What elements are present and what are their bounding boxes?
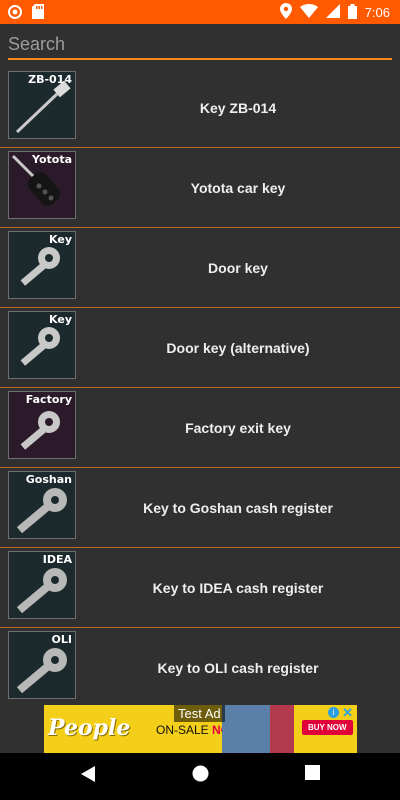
item-label: Key to IDEA cash register bbox=[152, 579, 324, 596]
list-item[interactable]: ZB-014 Key ZB-014 bbox=[0, 68, 400, 148]
ad-magazine-cover bbox=[270, 705, 294, 753]
item-label: Door key bbox=[208, 259, 268, 276]
back-icon[interactable] bbox=[80, 765, 96, 788]
list-item[interactable]: Yotota Yotota car key bbox=[0, 148, 400, 228]
item-thumbnail: Yotota bbox=[8, 151, 76, 219]
item-thumbnail: Key bbox=[8, 311, 76, 379]
ad-close-icon[interactable]: ✕ bbox=[342, 705, 353, 721]
item-tag: IDEA bbox=[42, 553, 72, 566]
list-item[interactable]: Key Door key bbox=[0, 228, 400, 308]
ad-info-icon[interactable]: i bbox=[328, 707, 339, 718]
item-label: Key to Goshan cash register bbox=[143, 499, 333, 516]
ad-banner[interactable]: People ON-SALE NOW! Test Ad BUY NOW i ✕ bbox=[44, 705, 357, 753]
search-underline bbox=[8, 58, 392, 60]
recents-icon[interactable] bbox=[305, 765, 320, 785]
location-icon bbox=[279, 3, 292, 22]
test-ad-label: Test Ad bbox=[174, 705, 225, 722]
search-bar[interactable] bbox=[8, 30, 392, 60]
ad-brand-logo: People bbox=[48, 715, 131, 741]
list-item[interactable]: IDEA Key to IDEA cash register bbox=[0, 548, 400, 628]
status-bar: 7:06 bbox=[0, 0, 400, 24]
item-tag: ZB-014 bbox=[28, 73, 72, 86]
item-label: Yotota car key bbox=[190, 179, 286, 196]
sd-card-icon bbox=[32, 4, 44, 24]
item-label: Door key (alternative) bbox=[166, 339, 310, 356]
item-thumbnail: Goshan bbox=[8, 471, 76, 539]
battery-icon bbox=[347, 3, 357, 22]
list-item[interactable]: Key Door key (alternative) bbox=[0, 308, 400, 388]
item-label: Key ZB-014 bbox=[199, 99, 277, 116]
item-label: Factory exit key bbox=[185, 419, 291, 436]
notification-dot-icon bbox=[8, 4, 22, 24]
item-thumbnail: IDEA bbox=[8, 551, 76, 619]
item-tag: Key bbox=[49, 313, 72, 326]
item-list[interactable]: ZB-014 Key ZB-014 Yotota Yotota car key … bbox=[0, 68, 400, 704]
item-tag: Goshan bbox=[25, 473, 72, 486]
item-thumbnail: Factory bbox=[8, 391, 76, 459]
list-item[interactable]: Goshan Key to Goshan cash register bbox=[0, 468, 400, 548]
status-time: 7:06 bbox=[364, 5, 390, 20]
item-thumbnail: ZB-014 bbox=[8, 71, 76, 139]
search-input[interactable] bbox=[8, 30, 392, 58]
navigation-bar bbox=[0, 753, 400, 800]
list-item[interactable]: OLI Key to OLI cash register bbox=[0, 628, 400, 704]
item-tag: OLI bbox=[51, 633, 72, 646]
item-tag: Key bbox=[49, 233, 72, 246]
item-thumbnail: Key bbox=[8, 231, 76, 299]
item-tag: Factory bbox=[25, 393, 72, 406]
ad-buy-now-button[interactable]: BUY NOW bbox=[302, 720, 353, 735]
home-icon[interactable] bbox=[192, 765, 209, 787]
signal-icon bbox=[325, 4, 340, 21]
ad-photo bbox=[222, 705, 272, 753]
list-item[interactable]: Factory Factory exit key bbox=[0, 388, 400, 468]
item-tag: Yotota bbox=[31, 153, 72, 166]
item-label: Key to OLI cash register bbox=[157, 659, 319, 676]
wifi-icon bbox=[299, 4, 318, 21]
item-thumbnail: OLI bbox=[8, 631, 76, 699]
